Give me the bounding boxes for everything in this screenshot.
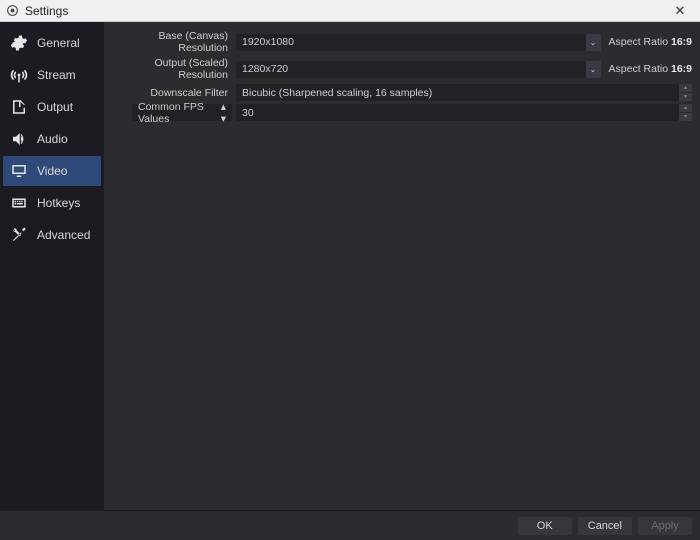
sidebar-item-hotkeys[interactable]: Hotkeys [3,188,101,218]
main-area: General Stream Output Audio [0,22,700,510]
settings-window: General Stream Output Audio [0,22,700,540]
sidebar-item-label: Video [37,164,67,178]
close-button[interactable]: ✕ [666,0,694,22]
chevron-down-icon: ⌄ [586,61,601,78]
tools-icon [9,225,29,245]
sidebar-item-label: Audio [37,132,68,146]
base-resolution-label: Base (Canvas) Resolution [108,30,232,54]
spin-buttons[interactable]: ▴▾ [221,101,226,125]
spin-buttons[interactable]: ▴▾ [679,84,692,101]
sidebar-item-label: General [37,36,80,50]
footer: OK Cancel Apply [0,510,700,540]
sidebar-item-audio[interactable]: Audio [3,124,101,154]
sidebar-item-video[interactable]: Video [3,156,101,186]
output-resolution-select[interactable]: 1280x720 ⌄ [236,61,601,78]
sidebar: General Stream Output Audio [0,22,104,510]
downscale-filter-select[interactable]: Bicubic (Sharpened scaling, 16 samples) … [236,84,692,101]
sidebar-item-general[interactable]: General [3,28,101,58]
sidebar-item-stream[interactable]: Stream [3,60,101,90]
speaker-icon [9,129,29,149]
fps-row: Common FPS Values ▴▾ 30 ▴▾ [108,104,692,121]
sidebar-item-output[interactable]: Output [3,92,101,122]
apply-button: Apply [638,517,692,535]
keyboard-icon [9,193,29,213]
downscale-filter-row: Downscale Filter Bicubic (Sharpened scal… [108,84,692,101]
sidebar-item-label: Hotkeys [37,196,80,210]
sidebar-item-label: Output [37,100,73,114]
monitor-icon [9,161,29,181]
sidebar-item-label: Advanced [37,228,90,242]
downscale-filter-value: Bicubic (Sharpened scaling, 16 samples) [242,87,432,99]
sidebar-item-advanced[interactable]: Advanced [3,220,101,250]
output-resolution-label: Output (Scaled) Resolution [108,57,232,81]
sidebar-item-label: Stream [37,68,76,82]
window-title: Settings [25,4,666,18]
app-icon [6,4,19,17]
output-aspect-ratio: Aspect Ratio 16:9 [605,63,692,75]
titlebar: Settings ✕ [0,0,700,22]
downscale-filter-label: Downscale Filter [108,87,232,99]
chevron-down-icon: ⌄ [586,34,601,51]
broadcast-icon [9,65,29,85]
fps-mode-select[interactable]: Common FPS Values ▴▾ [132,104,232,121]
gear-icon [9,33,29,53]
output-resolution-row: Output (Scaled) Resolution 1280x720 ⌄ As… [108,57,692,81]
fps-value-select[interactable]: 30 ▴▾ [236,104,692,121]
cancel-button[interactable]: Cancel [578,517,632,535]
spin-buttons[interactable]: ▴▾ [679,104,692,121]
fps-value: 30 [242,107,254,119]
fps-mode-label: Common FPS Values [138,101,221,125]
base-resolution-value: 1920x1080 [242,36,294,48]
base-resolution-row: Base (Canvas) Resolution 1920x1080 ⌄ Asp… [108,30,692,54]
base-aspect-ratio: Aspect Ratio 16:9 [605,36,692,48]
base-resolution-select[interactable]: 1920x1080 ⌄ [236,34,601,51]
ok-button[interactable]: OK [518,517,572,535]
export-icon [9,97,29,117]
video-settings-panel: Base (Canvas) Resolution 1920x1080 ⌄ Asp… [104,22,700,510]
output-resolution-value: 1280x720 [242,63,288,75]
